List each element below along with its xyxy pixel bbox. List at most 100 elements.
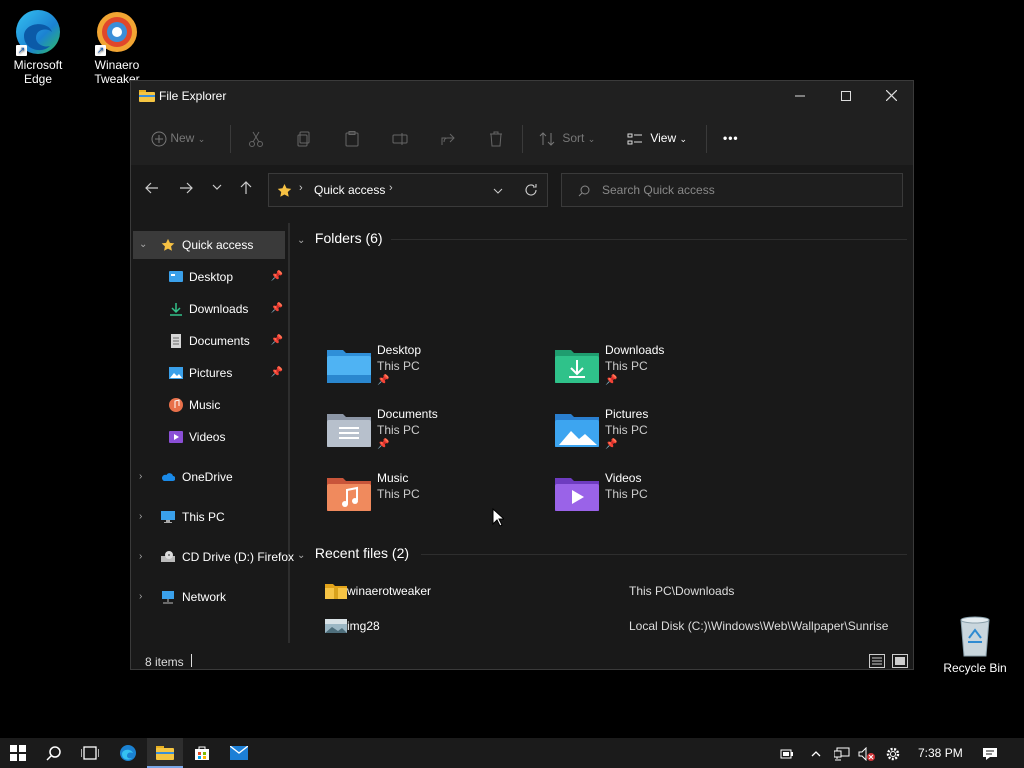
tray-settings[interactable] xyxy=(885,738,901,768)
desktop-icon-winaero-tweaker[interactable]: ↗ Winaero Tweaker xyxy=(82,8,152,86)
paste-button[interactable] xyxy=(344,128,360,148)
file-explorer-icon xyxy=(139,90,155,102)
recent-file-path: This PC\Downloads xyxy=(629,584,735,598)
nav-item-desktop[interactable]: Desktop 📌 xyxy=(133,263,285,291)
nav-item-pictures[interactable]: Pictures 📌 xyxy=(133,359,285,387)
delete-button[interactable] xyxy=(488,128,504,148)
details-view-icon[interactable] xyxy=(869,654,885,668)
nav-item-videos[interactable]: Videos xyxy=(133,423,285,451)
nav-item-downloads[interactable]: Downloads 📌 xyxy=(133,295,285,323)
cut-button[interactable] xyxy=(248,128,264,148)
paste-icon xyxy=(345,130,359,147)
tray-volume-muted[interactable] xyxy=(858,738,876,768)
nav-item-this-pc[interactable]: › This PC xyxy=(133,503,285,531)
large-icons-view-icon[interactable] xyxy=(892,654,908,668)
maximize-button[interactable] xyxy=(823,81,869,111)
tray-action-center[interactable] xyxy=(982,738,998,768)
content-pane: ⌄ Folders (6) Desktop This PC 📌 Download… xyxy=(291,217,913,645)
folder-tile-desktop[interactable]: Desktop This PC 📌 xyxy=(327,343,547,399)
tray-clock[interactable]: 7:38 PM xyxy=(918,738,963,768)
desktop-icon-recycle-bin[interactable]: Recycle Bin xyxy=(942,614,1008,675)
sort-button[interactable]: Sort ⌄ xyxy=(539,128,595,148)
chevron-right-icon[interactable]: › xyxy=(139,463,151,491)
pane-splitter[interactable] xyxy=(288,223,290,643)
recent-header-label: Recent files (2) xyxy=(314,545,410,561)
nav-item-label: Downloads xyxy=(189,302,249,316)
desktop-icon-edge[interactable]: ↗ Microsoft Edge xyxy=(3,8,73,86)
view-label: View xyxy=(650,131,677,145)
videos-folder-icon xyxy=(555,478,599,511)
nav-item-cd-drive[interactable]: › CD Drive (D:) Firefox xyxy=(133,543,294,571)
refresh-icon[interactable] xyxy=(524,183,538,197)
view-button[interactable]: View ⌄ xyxy=(627,128,687,148)
copy-button[interactable] xyxy=(296,128,312,148)
nav-item-network[interactable]: › Network xyxy=(133,583,285,611)
start-button[interactable] xyxy=(0,738,36,768)
pin-icon: 📌 xyxy=(377,375,390,386)
nav-item-quick-access[interactable]: ⌄ Quick access xyxy=(133,231,285,259)
nav-item-onedrive[interactable]: › OneDrive xyxy=(133,463,285,491)
chevron-right-icon[interactable]: › xyxy=(139,543,151,571)
tray-battery[interactable] xyxy=(780,738,794,768)
taskbar-store[interactable] xyxy=(184,738,220,768)
taskbar-mail[interactable] xyxy=(221,738,257,768)
folders-header-label: Folders (6) xyxy=(314,230,383,246)
folder-tile-videos[interactable]: Videos This PC xyxy=(555,471,775,527)
address-bar[interactable]: › Quick access › xyxy=(268,173,548,207)
up-button[interactable] xyxy=(236,181,256,201)
minimize-icon xyxy=(795,95,805,97)
folder-tile-pictures[interactable]: Pictures This PC 📌 xyxy=(555,407,775,463)
volume-muted-icon xyxy=(858,746,875,762)
more-options-button[interactable]: ••• xyxy=(723,128,739,148)
search-box[interactable]: Search Quick access xyxy=(561,173,903,207)
search-button[interactable] xyxy=(36,738,72,768)
folder-tile-documents[interactable]: Documents This PC 📌 xyxy=(327,407,547,463)
arrow-up-icon xyxy=(240,181,252,194)
file-explorer-window: File Explorer New ⌄ Sort ⌄ View ⌄ ••• › … xyxy=(130,80,914,670)
chevron-down-icon[interactable] xyxy=(493,186,503,196)
folder-location: This PC xyxy=(605,359,648,373)
breadcrumb-quick-access[interactable]: Quick access xyxy=(314,183,385,197)
recent-files-section-header[interactable]: ⌄ Recent files (2) xyxy=(297,543,409,563)
folders-section-header[interactable]: ⌄ Folders (6) xyxy=(297,228,383,248)
nav-item-label: Desktop xyxy=(189,270,234,284)
nav-item-documents[interactable]: Documents 📌 xyxy=(133,327,285,355)
documents-icon xyxy=(171,334,181,348)
tray-network[interactable] xyxy=(833,738,850,768)
taskbar-file-explorer[interactable] xyxy=(147,738,183,768)
recent-locations-button[interactable] xyxy=(207,181,227,201)
recent-file-row[interactable]: img28 Local Disk (C:)\Windows\Web\Wallpa… xyxy=(311,614,911,638)
tray-show-hidden-icons[interactable] xyxy=(810,738,822,768)
back-button[interactable] xyxy=(142,181,162,201)
network-icon xyxy=(162,591,174,604)
nav-item-label: OneDrive xyxy=(182,470,233,484)
nav-item-music[interactable]: Music xyxy=(133,391,285,419)
chevron-down-icon[interactable]: ⌄ xyxy=(139,231,151,259)
folder-tile-music[interactable]: Music This PC xyxy=(327,471,547,527)
chevron-right-icon[interactable]: › xyxy=(139,583,151,611)
folder-name: Documents xyxy=(377,407,438,421)
folder-tile-downloads[interactable]: Downloads This PC 📌 xyxy=(555,343,775,399)
minimize-button[interactable] xyxy=(777,81,823,111)
folder-name: Downloads xyxy=(605,343,665,357)
close-button[interactable] xyxy=(868,81,914,111)
new-button[interactable]: New ⌄ xyxy=(151,128,205,148)
taskbar-edge[interactable] xyxy=(110,738,146,768)
breadcrumb-chevron-icon[interactable]: › xyxy=(389,182,393,194)
nav-item-label: Pictures xyxy=(189,366,233,380)
sort-label: Sort xyxy=(562,131,585,145)
task-view-button[interactable] xyxy=(72,738,108,768)
task-view-icon xyxy=(81,746,99,760)
forward-button[interactable] xyxy=(176,181,196,201)
folder-name: Pictures xyxy=(605,407,649,421)
desktop-icon-label: Recycle Bin xyxy=(943,661,1007,675)
rename-button[interactable] xyxy=(392,128,408,148)
nav-item-label: Music xyxy=(189,398,221,412)
title-bar[interactable]: File Explorer xyxy=(131,81,913,111)
chevron-right-icon[interactable]: › xyxy=(139,503,151,531)
new-label: New xyxy=(170,131,195,145)
recent-file-row[interactable]: winaerotweaker This PC\Downloads xyxy=(311,579,911,603)
nav-item-label: Network xyxy=(182,590,227,604)
separator xyxy=(230,125,231,153)
share-button[interactable] xyxy=(440,128,456,148)
